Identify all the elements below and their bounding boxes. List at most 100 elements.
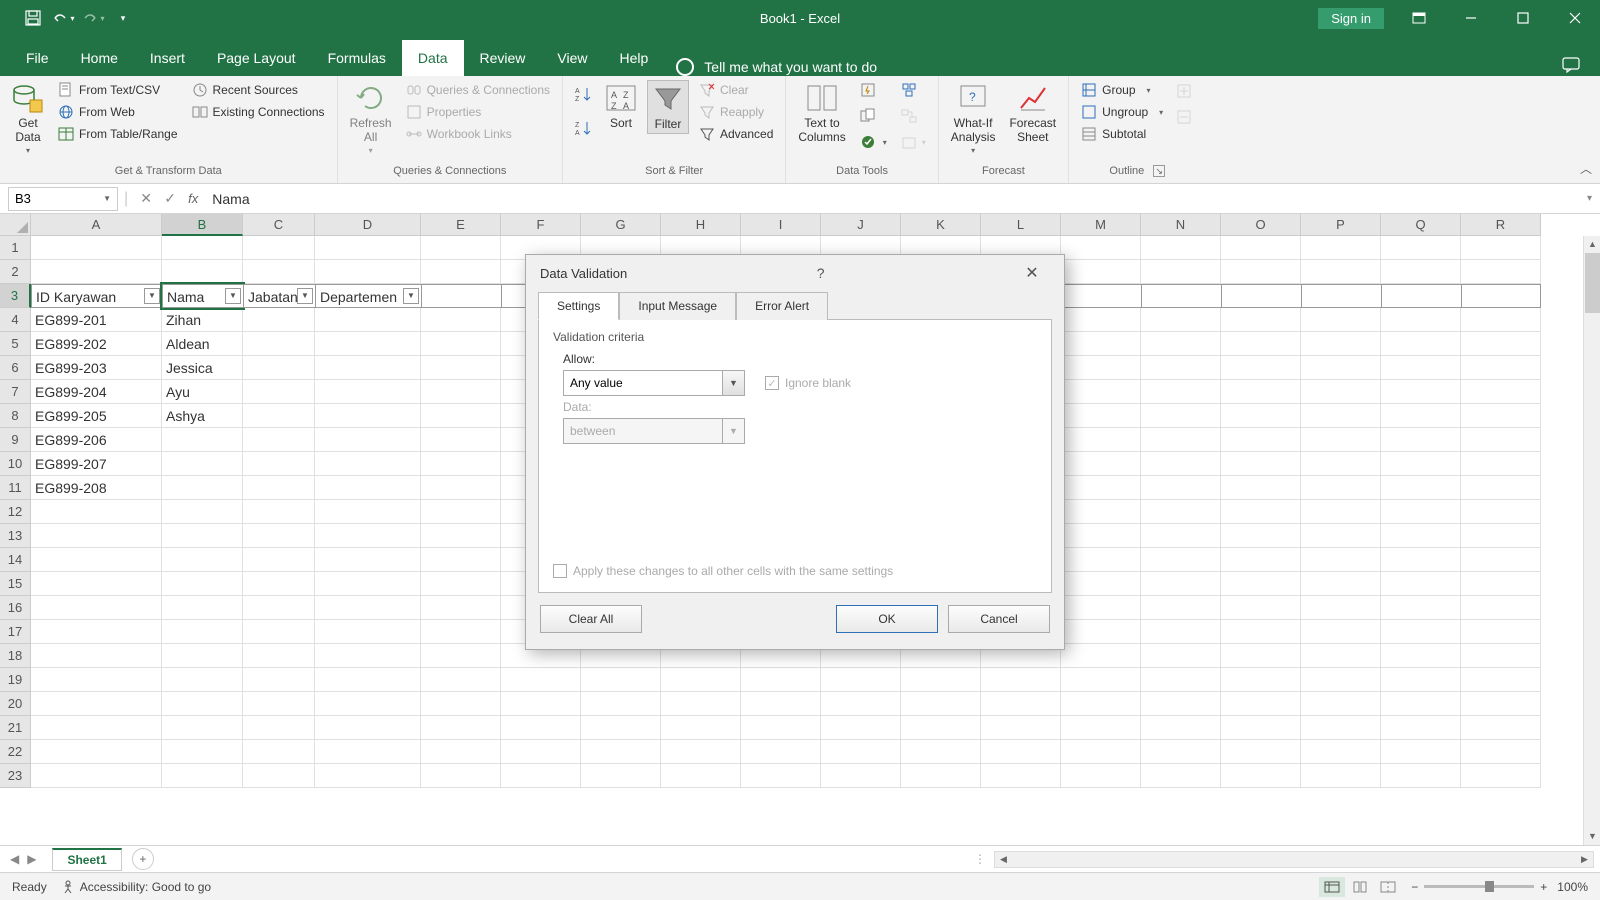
cell-I21[interactable]	[741, 716, 821, 740]
cell-N1[interactable]	[1141, 236, 1221, 260]
cell-N17[interactable]	[1141, 620, 1221, 644]
cell-L20[interactable]	[981, 692, 1061, 716]
zoom-level[interactable]: 100%	[1557, 880, 1588, 894]
cancel-formula-icon[interactable]: ✕	[134, 187, 158, 211]
cell-M9[interactable]	[1061, 428, 1141, 452]
cell-R8[interactable]	[1461, 404, 1541, 428]
cell-O3[interactable]	[1221, 284, 1301, 308]
cell-C11[interactable]	[243, 476, 315, 500]
cell-Q8[interactable]	[1381, 404, 1461, 428]
cell-E16[interactable]	[421, 596, 501, 620]
zoom-in-button[interactable]: +	[1540, 880, 1547, 894]
cell-D4[interactable]	[315, 308, 421, 332]
cell-F22[interactable]	[501, 740, 581, 764]
sign-in-button[interactable]: Sign in	[1318, 8, 1384, 29]
cell-A13[interactable]	[31, 524, 162, 548]
scroll-up-icon[interactable]: ▲	[1584, 236, 1600, 253]
scroll-down-icon[interactable]: ▼	[1584, 828, 1600, 845]
cell-O16[interactable]	[1221, 596, 1301, 620]
cell-N5[interactable]	[1141, 332, 1221, 356]
cell-H21[interactable]	[661, 716, 741, 740]
cell-Q12[interactable]	[1381, 500, 1461, 524]
remove-duplicates-button[interactable]	[856, 106, 891, 126]
cell-P14[interactable]	[1301, 548, 1381, 572]
cell-A23[interactable]	[31, 764, 162, 788]
dialog-tab-settings[interactable]: Settings	[538, 292, 619, 320]
tab-data[interactable]: Data	[402, 40, 464, 76]
cell-A16[interactable]	[31, 596, 162, 620]
cell-D8[interactable]	[315, 404, 421, 428]
cell-E4[interactable]	[421, 308, 501, 332]
column-header-d[interactable]: D	[315, 214, 421, 236]
cell-P19[interactable]	[1301, 668, 1381, 692]
cell-E3[interactable]	[421, 284, 501, 308]
row-header-14[interactable]: 14	[0, 548, 31, 572]
row-header-8[interactable]: 8	[0, 404, 31, 428]
row-header-19[interactable]: 19	[0, 668, 31, 692]
cell-B3[interactable]: Nama▼	[162, 284, 243, 308]
relationships-button[interactable]	[897, 106, 930, 126]
column-header-i[interactable]: I	[741, 214, 821, 236]
cell-B1[interactable]	[162, 236, 243, 260]
data-validation-button[interactable]: ▾	[856, 132, 891, 152]
maximize-button[interactable]	[1498, 0, 1548, 36]
cell-O20[interactable]	[1221, 692, 1301, 716]
cell-M11[interactable]	[1061, 476, 1141, 500]
cell-B8[interactable]: Ashya	[162, 404, 243, 428]
allow-combo-dropdown-icon[interactable]: ▼	[723, 370, 745, 396]
cell-D23[interactable]	[315, 764, 421, 788]
row-header-3[interactable]: 3	[0, 284, 31, 308]
cell-C3[interactable]: Jabatan▼	[243, 284, 315, 308]
row-header-7[interactable]: 7	[0, 380, 31, 404]
cell-L19[interactable]	[981, 668, 1061, 692]
cell-Q3[interactable]	[1381, 284, 1461, 308]
cell-R2[interactable]	[1461, 260, 1541, 284]
column-header-e[interactable]: E	[421, 214, 501, 236]
cell-E22[interactable]	[421, 740, 501, 764]
cell-A7[interactable]: EG899-204	[31, 380, 162, 404]
column-header-g[interactable]: G	[581, 214, 661, 236]
cell-R20[interactable]	[1461, 692, 1541, 716]
cell-B20[interactable]	[162, 692, 243, 716]
row-header-1[interactable]: 1	[0, 236, 31, 260]
cell-C2[interactable]	[243, 260, 315, 284]
cell-D21[interactable]	[315, 716, 421, 740]
cell-B11[interactable]	[162, 476, 243, 500]
sheet-tab-sheet1[interactable]: Sheet1	[52, 848, 121, 871]
cell-O6[interactable]	[1221, 356, 1301, 380]
column-header-p[interactable]: P	[1301, 214, 1381, 236]
cell-E5[interactable]	[421, 332, 501, 356]
cell-C23[interactable]	[243, 764, 315, 788]
collapse-ribbon-icon[interactable]: ︿	[1580, 160, 1592, 177]
cell-N2[interactable]	[1141, 260, 1221, 284]
cell-P12[interactable]	[1301, 500, 1381, 524]
row-header-18[interactable]: 18	[0, 644, 31, 668]
cell-D9[interactable]	[315, 428, 421, 452]
row-header-13[interactable]: 13	[0, 524, 31, 548]
cell-D15[interactable]	[315, 572, 421, 596]
horizontal-scrollbar[interactable]: ◀ ▶	[994, 851, 1594, 868]
sort-button[interactable]: AZZA Sort	[601, 80, 641, 132]
cell-A17[interactable]	[31, 620, 162, 644]
refresh-all-button[interactable]: Refresh All ▾	[346, 80, 396, 157]
cell-Q13[interactable]	[1381, 524, 1461, 548]
cell-O12[interactable]	[1221, 500, 1301, 524]
cell-C12[interactable]	[243, 500, 315, 524]
cell-C8[interactable]	[243, 404, 315, 428]
cell-D3[interactable]: Departemen▼	[315, 284, 421, 308]
cell-D7[interactable]	[315, 380, 421, 404]
cell-Q17[interactable]	[1381, 620, 1461, 644]
cell-N9[interactable]	[1141, 428, 1221, 452]
cell-A3[interactable]: ID Karyawan▼	[31, 284, 162, 308]
dialog-close-button[interactable]: ✕	[1014, 258, 1050, 288]
cell-E8[interactable]	[421, 404, 501, 428]
cell-P5[interactable]	[1301, 332, 1381, 356]
cell-M7[interactable]	[1061, 380, 1141, 404]
zoom-track[interactable]	[1424, 885, 1534, 888]
cell-E20[interactable]	[421, 692, 501, 716]
cell-C16[interactable]	[243, 596, 315, 620]
queries-connections-button[interactable]: Queries & Connections	[402, 80, 554, 100]
cell-O11[interactable]	[1221, 476, 1301, 500]
cell-P2[interactable]	[1301, 260, 1381, 284]
cell-A21[interactable]	[31, 716, 162, 740]
